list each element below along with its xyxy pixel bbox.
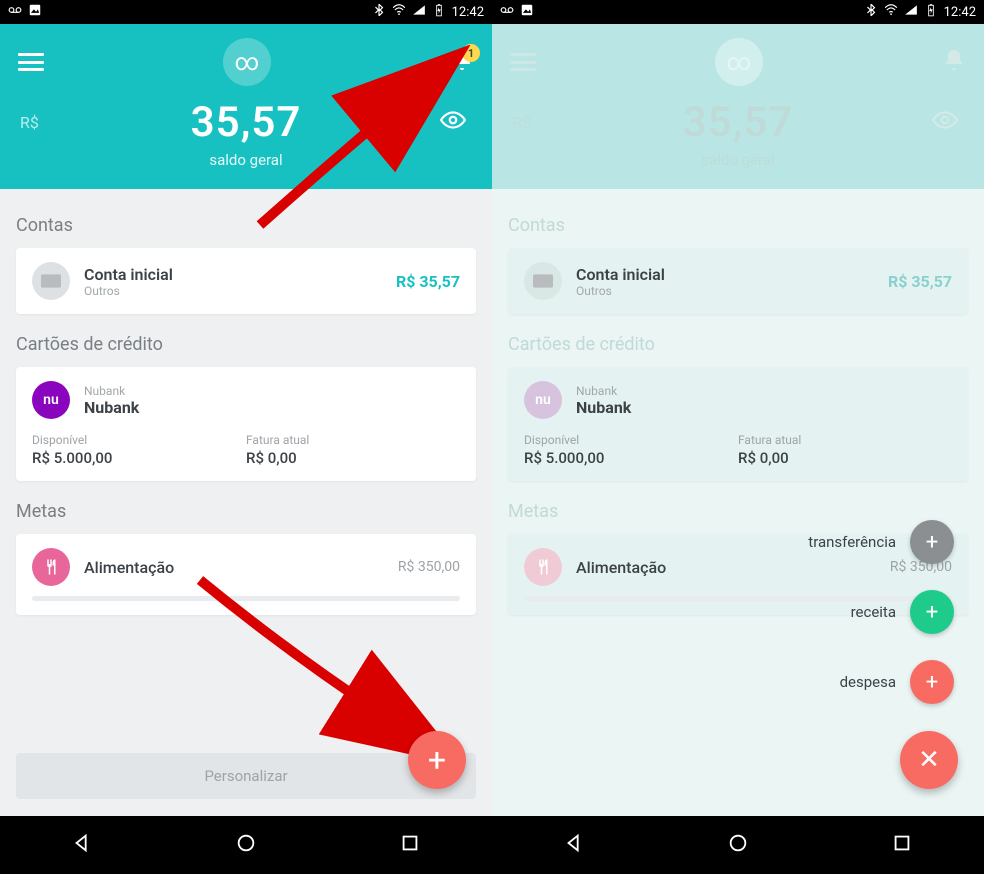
invoice-value: R$ 0,00 — [246, 449, 460, 467]
status-bar: 12:42 — [492, 0, 984, 24]
credit-card[interactable]: nu Nubank Nubank Disponível R$ 5.000,00 … — [16, 367, 476, 481]
currency-prefix: R$ — [20, 113, 39, 132]
account-name: Conta inicial — [84, 265, 382, 284]
wifi-icon — [884, 3, 898, 21]
wallet-icon — [32, 262, 70, 300]
content: Contas Conta inicial Outros R$ 35,57 Car… — [492, 189, 984, 816]
notification-button[interactable] — [942, 48, 966, 76]
account-card: Conta inicial Outros R$ 35,57 — [508, 248, 968, 314]
voicemail-icon — [500, 3, 514, 21]
notification-badge: 1 — [462, 44, 480, 62]
bluetooth-icon — [372, 3, 386, 21]
invoice-label: Fatura atual — [246, 433, 460, 447]
credit-provider: Nubank — [84, 384, 139, 398]
credit-title: Cartões de crédito — [16, 334, 476, 355]
back-button[interactable] — [71, 832, 93, 858]
infinity-icon[interactable]: ∞ — [715, 38, 763, 86]
available-label: Disponível — [32, 433, 246, 447]
fab-close-button[interactable]: ✕ — [900, 731, 958, 789]
sd-transfer[interactable]: transferência + — [808, 520, 954, 564]
voicemail-icon — [8, 3, 22, 21]
menu-icon[interactable] — [510, 53, 536, 71]
sd-income[interactable]: receita + — [851, 590, 954, 634]
phone-right: 12:42 ∞ R$ 35,57 saldo geral Contas — [492, 0, 984, 874]
invoice-label: Fatura atual — [738, 433, 952, 447]
balance-label: saldo geral — [0, 151, 492, 169]
food-icon — [524, 548, 562, 586]
available-value: R$ 5.000,00 — [524, 449, 738, 467]
currency-prefix: R$ — [512, 113, 531, 132]
header: ∞ R$ 35,57 saldo geral — [492, 24, 984, 189]
accounts-title: Contas — [508, 215, 968, 236]
wifi-icon — [392, 3, 406, 21]
credit-provider: Nubank — [576, 384, 631, 398]
plus-icon: + — [428, 741, 446, 779]
sd-income-label: receita — [851, 603, 896, 621]
account-name: Conta inicial — [576, 265, 874, 284]
android-navbar — [0, 816, 492, 874]
fab-add-button[interactable]: + — [408, 731, 466, 789]
recent-button[interactable] — [891, 832, 913, 858]
credit-name: Nubank — [576, 398, 631, 417]
credit-name: Nubank — [84, 398, 139, 417]
speed-dial: transferência + receita + despesa + — [808, 520, 954, 704]
close-icon: ✕ — [918, 745, 940, 775]
sd-expense-label: despesa — [840, 673, 896, 691]
goals-title: Metas — [508, 501, 968, 522]
picture-icon — [28, 3, 42, 21]
eye-icon[interactable] — [932, 107, 958, 139]
account-balance: R$ 35,57 — [396, 272, 460, 291]
battery-icon — [432, 3, 446, 21]
home-button[interactable] — [235, 832, 257, 858]
signal-icon — [412, 3, 426, 21]
wallet-icon — [524, 262, 562, 300]
goal-progress — [32, 596, 460, 601]
infinity-icon[interactable]: ∞ — [223, 38, 271, 86]
accounts-title: Contas — [16, 215, 476, 236]
bell-icon — [942, 48, 966, 72]
personalize-button[interactable]: Personalizar — [16, 753, 476, 799]
nubank-icon: nu — [524, 381, 562, 419]
goal-card[interactable]: Alimentação R$ 350,00 — [16, 534, 476, 615]
invoice-value: R$ 0,00 — [738, 449, 952, 467]
home-button[interactable] — [727, 832, 749, 858]
plus-icon: + — [910, 520, 954, 564]
credit-title: Cartões de crédito — [508, 334, 968, 355]
nubank-icon: nu — [32, 381, 70, 419]
balance-value: 35,57 — [191, 98, 302, 147]
plus-icon: + — [910, 660, 954, 704]
status-time: 12:42 — [452, 5, 484, 20]
eye-icon[interactable] — [440, 107, 466, 139]
android-navbar — [492, 816, 984, 874]
food-icon — [32, 548, 70, 586]
sd-expense[interactable]: despesa + — [840, 660, 954, 704]
goals-title: Metas — [16, 501, 476, 522]
picture-icon — [520, 3, 534, 21]
bluetooth-icon — [864, 3, 878, 21]
battery-icon — [924, 3, 938, 21]
available-label: Disponível — [524, 433, 738, 447]
menu-icon[interactable] — [18, 53, 44, 71]
account-subtitle: Outros — [84, 284, 382, 298]
header: ∞ 1 R$ 35,57 saldo geral — [0, 24, 492, 189]
account-balance: R$ 35,57 — [888, 272, 952, 291]
back-button[interactable] — [563, 832, 585, 858]
plus-icon: + — [910, 590, 954, 634]
signal-icon — [904, 3, 918, 21]
content: Contas Conta inicial Outros R$ 35,57 Car… — [0, 189, 492, 816]
goal-amount: R$ 350,00 — [398, 559, 460, 575]
phone-left: 12:42 ∞ 1 R$ 35,57 saldo geral — [0, 0, 492, 874]
balance-value: 35,57 — [683, 98, 794, 147]
available-value: R$ 5.000,00 — [32, 449, 246, 467]
notification-button[interactable]: 1 — [450, 48, 474, 76]
goal-name: Alimentação — [84, 558, 384, 577]
status-time: 12:42 — [944, 5, 976, 20]
status-bar: 12:42 — [0, 0, 492, 24]
account-card[interactable]: Conta inicial Outros R$ 35,57 — [16, 248, 476, 314]
sd-transfer-label: transferência — [808, 533, 896, 551]
account-subtitle: Outros — [576, 284, 874, 298]
recent-button[interactable] — [399, 832, 421, 858]
balance-label: saldo geral — [492, 151, 984, 169]
credit-card: nu Nubank Nubank Disponível R$ 5.000,00 … — [508, 367, 968, 481]
